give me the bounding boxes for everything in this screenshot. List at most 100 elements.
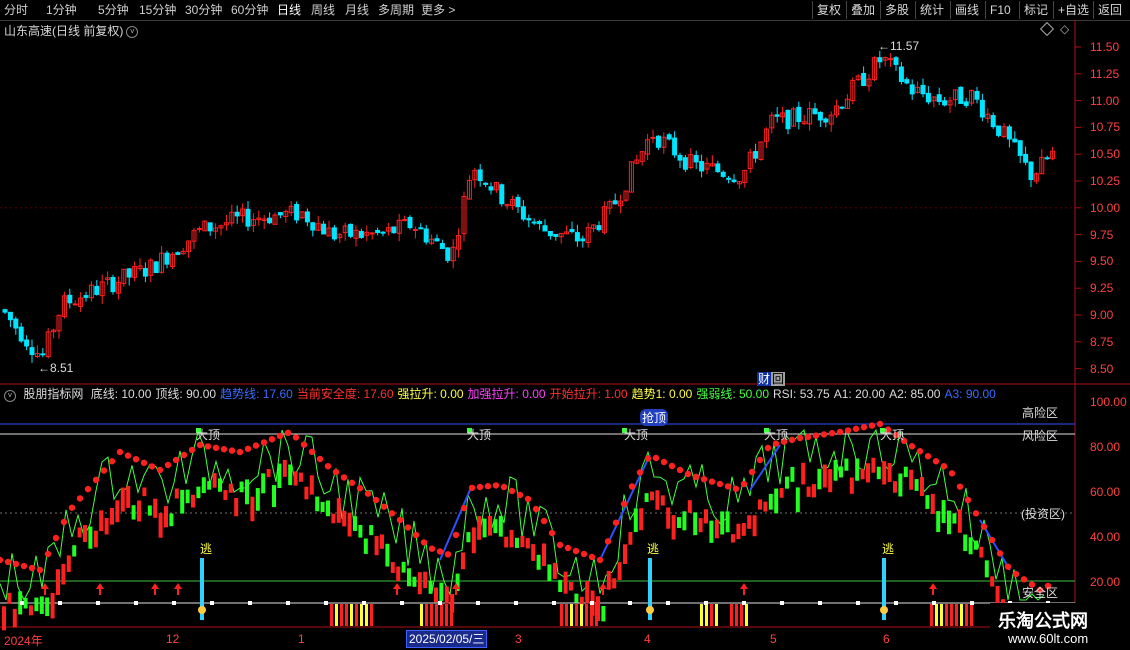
collapse-indicator-icon[interactable]: ˅: [4, 390, 16, 402]
candle-body: [142, 267, 148, 277]
indicator-bar: [752, 515, 757, 537]
pullup-stripe: [335, 604, 338, 626]
candle-body: [148, 259, 154, 276]
candle-body: [715, 163, 721, 173]
safety-dot: [596, 556, 604, 564]
baseline-marker: [248, 601, 252, 605]
baseline-marker: [286, 601, 290, 605]
indicator-bar: [288, 464, 293, 486]
indicator-bar: [83, 525, 87, 543]
baseline-marker: [856, 601, 860, 605]
period-tab-weekly[interactable]: 周线: [311, 2, 335, 18]
indicator-bar: [66, 555, 71, 572]
indicator-bar: [639, 508, 644, 531]
indicator-bar: [876, 466, 881, 480]
safety-dot: [980, 523, 988, 530]
candle-body: [1023, 153, 1029, 163]
safety-dot: [388, 510, 396, 517]
indicator-bar: [623, 544, 627, 565]
multi-stock-button[interactable]: 多股: [880, 1, 913, 19]
period-tab-1min[interactable]: 1分钟: [46, 2, 77, 18]
chevron-down-icon[interactable]: ˅: [126, 25, 139, 38]
candle-body: [256, 217, 262, 221]
period-tab-monthly[interactable]: 月线: [345, 2, 369, 18]
up-arrow-icon: [599, 583, 607, 595]
period-tab-60min[interactable]: 60分钟: [231, 2, 268, 18]
safety-dot: [220, 446, 228, 453]
stock-title[interactable]: 山东高速(日线 前复权) ˅: [4, 22, 139, 39]
indicator-bar: [185, 489, 190, 504]
indicator-bar: [401, 561, 406, 573]
safety-dot: [924, 453, 932, 460]
candle-body: [115, 281, 121, 294]
candle-body: [88, 284, 94, 299]
baseline-marker: [628, 601, 632, 605]
indicator-bar: [412, 576, 417, 587]
f10-button[interactable]: F10: [985, 1, 1015, 19]
candle-body: [180, 250, 186, 255]
add-favorite-button[interactable]: +自选: [1053, 1, 1093, 19]
diamond-icon[interactable]: [1039, 21, 1055, 37]
candle-body: [40, 353, 46, 356]
candle-body: [947, 100, 953, 106]
draw-line-button[interactable]: 画线: [950, 1, 983, 19]
period-tab-multi[interactable]: 多周期: [378, 2, 414, 18]
collapse-icon[interactable]: ◇: [1060, 22, 1069, 36]
indicator-bar: [477, 516, 482, 540]
period-tab-30min[interactable]: 30分钟: [185, 2, 222, 18]
up-arrow-icon: [929, 583, 937, 595]
overlay-button[interactable]: 叠加: [846, 1, 879, 19]
candle-body: [650, 136, 656, 139]
candle-body: [952, 89, 958, 101]
indicator-bar: [471, 527, 476, 554]
period-tab-more[interactable]: 更多 >: [421, 2, 455, 18]
indicator-bar: [137, 500, 141, 522]
watermark-url: www.60lt.com: [1008, 631, 1089, 646]
candle-body: [742, 169, 748, 184]
safety-dot: [996, 550, 1004, 557]
period-tab-15min[interactable]: 15分钟: [139, 2, 176, 18]
indicator-name[interactable]: 股朋指标网: [23, 387, 83, 401]
pullup-stripe: [590, 604, 593, 626]
indicator-bar: [909, 469, 914, 490]
top-label: 大顶: [764, 428, 789, 442]
price-axis-tick: 10.50: [1090, 147, 1121, 162]
trend-up-segment: [599, 454, 651, 561]
candle-body: [483, 182, 489, 185]
trend-up-segment: [439, 489, 471, 561]
pullup-stripe: [350, 604, 353, 626]
safety-dot: [748, 468, 756, 476]
period-tab-fenshi[interactable]: 分时: [4, 2, 28, 18]
safety-dot: [548, 529, 556, 537]
safety-dot: [1020, 576, 1028, 583]
candle-body: [288, 205, 294, 214]
safety-dot: [20, 562, 28, 570]
fuquan-button[interactable]: 复权: [812, 1, 845, 19]
safety-dot: [28, 564, 36, 572]
safety-dot: [628, 483, 636, 490]
period-tab-daily[interactable]: 日线: [277, 2, 301, 18]
candle-body: [639, 151, 645, 162]
indicator-bar: [228, 483, 233, 493]
candle-body: [223, 222, 229, 226]
indicator-param-bar: ˅ 股朋指标网 底线: 10.00 顶线: 90.00 趋势线: 17.60 当前安全…: [0, 385, 1075, 402]
candle-body: [24, 339, 30, 347]
baseline-marker: [704, 601, 708, 605]
safety-dot: [532, 505, 540, 513]
candle-body: [817, 111, 823, 121]
candlestick-chart[interactable]: [0, 0, 1130, 650]
mark-button[interactable]: 标记: [1019, 1, 1052, 19]
candle-body: [726, 177, 732, 180]
indicator-bar: [444, 586, 449, 604]
indicator-bar: [979, 546, 984, 558]
candle-body: [396, 219, 402, 234]
escape-bar: [648, 558, 652, 620]
indicator-bar: [423, 571, 428, 589]
safety-dot: [268, 436, 276, 443]
period-tab-5min[interactable]: 5分钟: [98, 2, 129, 18]
indicator-bar: [547, 564, 552, 582]
baseline-marker: [438, 601, 442, 605]
back-button[interactable]: 返回: [1093, 1, 1126, 19]
statistics-button[interactable]: 统计: [915, 1, 948, 19]
candle-body: [591, 224, 597, 229]
